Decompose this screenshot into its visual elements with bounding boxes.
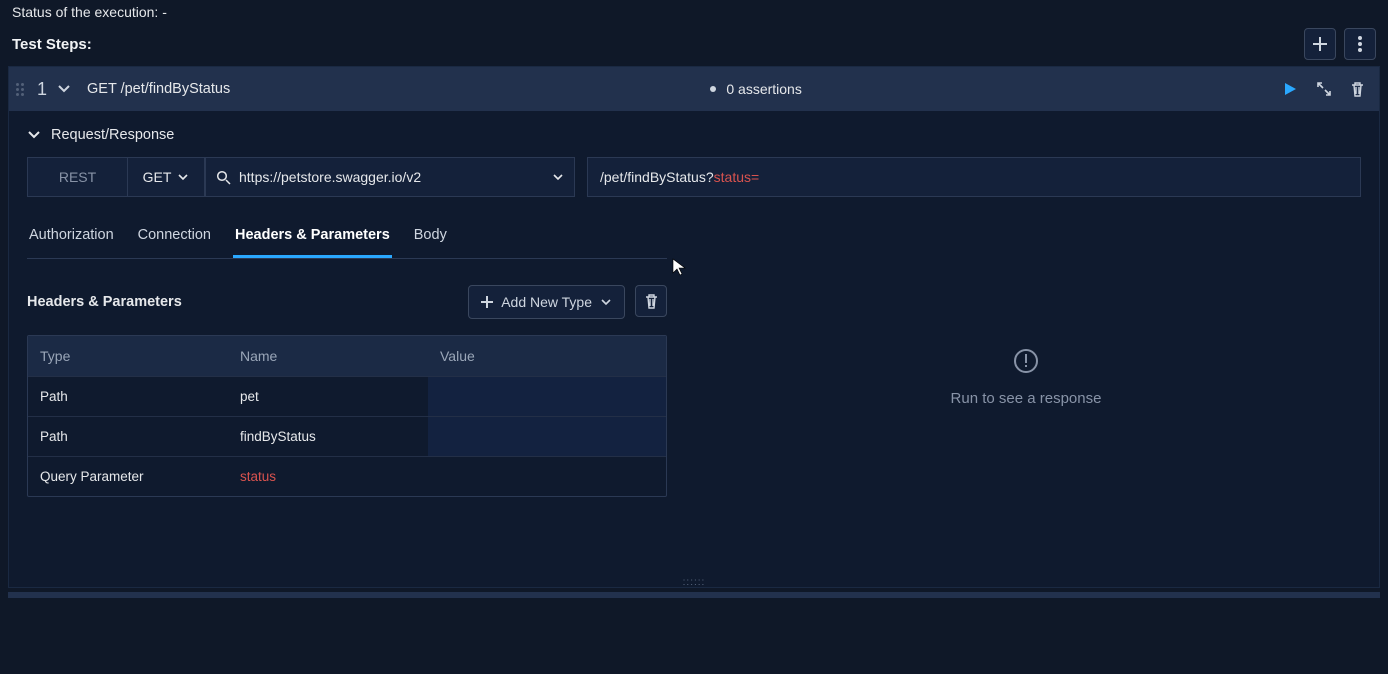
table-row[interactable]: Query Parameter status — [28, 456, 666, 496]
step-index: 1 — [35, 79, 49, 100]
tab-authorization[interactable]: Authorization — [27, 217, 116, 258]
tab-connection[interactable]: Connection — [136, 217, 213, 258]
alert-icon — [1013, 348, 1039, 374]
endpoint-path-prefix: /pet/findByStatus? — [600, 169, 714, 185]
cell-value[interactable] — [428, 417, 666, 456]
resize-handle[interactable]: :::::: — [9, 577, 1379, 587]
http-method-select[interactable]: GET — [127, 157, 205, 197]
add-new-type-button[interactable]: Add New Type — [468, 285, 625, 319]
delete-parameter-button[interactable] — [635, 285, 667, 317]
cell-name: findByStatus — [228, 417, 428, 456]
play-icon — [1282, 81, 1298, 97]
column-header-type: Type — [28, 336, 228, 376]
cell-name: pet — [228, 377, 428, 416]
step-header[interactable]: 1 GET /pet/findByStatus 0 assertions — [9, 67, 1379, 111]
run-step-button[interactable] — [1282, 81, 1298, 97]
expand-icon — [1316, 81, 1332, 97]
chevron-down-icon — [552, 171, 564, 183]
execution-status: Status of the execution: - — [0, 0, 1388, 20]
page-title: Test Steps: — [12, 36, 92, 53]
add-step-button[interactable] — [1304, 28, 1336, 60]
collapse-request-response-button[interactable] — [27, 128, 41, 142]
assertions-count: 0 assertions — [726, 81, 801, 97]
cell-name: status — [228, 457, 428, 496]
plus-icon — [1313, 37, 1327, 51]
trash-icon — [1350, 81, 1365, 97]
headers-parameters-title: Headers & Parameters — [27, 294, 182, 310]
chevron-down-icon — [600, 296, 612, 308]
protocol-type: REST — [27, 157, 127, 197]
add-new-type-label: Add New Type — [501, 294, 592, 310]
table-row[interactable]: Path pet — [28, 376, 666, 416]
headers-parameters-table: Type Name Value Path pet Path findByStat… — [27, 335, 667, 497]
chevron-down-icon — [27, 128, 41, 142]
cell-value[interactable] — [428, 457, 666, 496]
tab-headers-parameters[interactable]: Headers & Parameters — [233, 217, 392, 258]
cell-type: Query Parameter — [28, 457, 228, 496]
search-icon — [216, 170, 231, 185]
step-title: GET /pet/findByStatus — [87, 81, 230, 97]
response-panel: Run to see a response — [691, 197, 1361, 557]
chevron-down-icon — [177, 171, 189, 183]
kebab-icon — [1358, 36, 1362, 52]
trash-icon — [644, 293, 659, 309]
more-menu-button[interactable] — [1344, 28, 1376, 60]
endpoint-path-input[interactable]: /pet/findByStatus?status= — [587, 157, 1361, 197]
drag-handle-icon[interactable] — [13, 80, 27, 98]
bullet-icon — [710, 86, 716, 92]
chevron-down-icon — [57, 82, 71, 96]
cell-value[interactable] — [428, 377, 666, 416]
delete-step-button[interactable] — [1350, 81, 1365, 97]
column-header-value: Value — [428, 336, 666, 376]
tab-body[interactable]: Body — [412, 217, 449, 258]
response-placeholder-text: Run to see a response — [951, 390, 1102, 407]
next-step-bar — [8, 592, 1380, 598]
table-row[interactable]: Path findByStatus — [28, 416, 666, 456]
base-url-text: https://petstore.swagger.io/v2 — [239, 169, 421, 185]
cell-type: Path — [28, 377, 228, 416]
expand-step-button[interactable] — [1316, 81, 1332, 97]
http-method-label: GET — [143, 169, 172, 185]
endpoint-path-query: status= — [714, 169, 760, 185]
plus-icon — [481, 296, 493, 308]
column-header-name: Name — [228, 336, 428, 376]
cell-type: Path — [28, 417, 228, 456]
base-url-input[interactable]: https://petstore.swagger.io/v2 — [205, 157, 575, 197]
base-url-dropdown-button[interactable] — [552, 171, 564, 183]
request-response-section-title: Request/Response — [51, 127, 174, 143]
collapse-step-button[interactable] — [57, 82, 71, 96]
